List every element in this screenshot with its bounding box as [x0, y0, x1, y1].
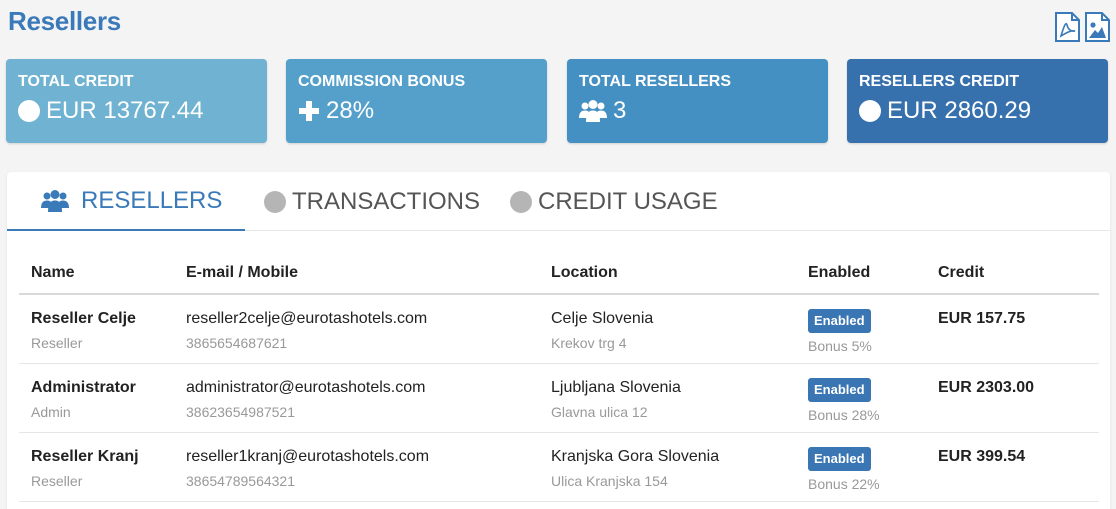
column-header-name[interactable]: Name [19, 252, 186, 295]
column-header-location[interactable]: Location [551, 252, 808, 295]
name-cell: Administrator Admin [19, 363, 186, 433]
image-file-icon[interactable] [1084, 12, 1110, 42]
reseller-role: Reseller [31, 335, 83, 351]
column-header-enabled[interactable]: Enabled [808, 252, 938, 295]
reseller-address: Krekov trg 4 [551, 335, 627, 351]
tab-label: RESELLERS [81, 186, 223, 214]
tab-transactions[interactable]: TRANSACTIONS [264, 172, 480, 231]
card-title: RESELLERS CREDIT [859, 73, 1020, 90]
reseller-bonus: Bonus 28% [808, 406, 880, 423]
reseller-bonus: Bonus 22% [808, 475, 880, 492]
enabled-cell: Enabled Bonus 22% [808, 432, 938, 502]
reseller-email: reseller2celje@eurotashotels.com [186, 310, 428, 327]
reseller-role: Reseller [31, 472, 83, 489]
enabled-cell: Enabled Bonus 5% [808, 294, 938, 364]
total-credit-card: TOTAL CREDIT EUR 13767.44 [6, 59, 267, 143]
credit-cell: EUR 2303.00 [938, 363, 1099, 433]
card-title: TOTAL CREDIT [18, 73, 134, 90]
total-resellers-card: TOTAL RESELLERS 3 [567, 59, 828, 143]
card-value: EUR 2860.29 [859, 97, 1031, 125]
reseller-credit: EUR 2303.00 [938, 378, 1035, 396]
export-toolbar [1054, 12, 1110, 42]
card-value: 3 [579, 97, 626, 125]
circle-icon [264, 190, 286, 213]
status-badge[interactable]: Enabled [808, 446, 871, 471]
plus-icon [299, 101, 319, 121]
reseller-name: Reseller Celje [31, 310, 136, 327]
reseller-mobile: 3865654687621 [186, 335, 288, 351]
reseller-name: Administrator [31, 378, 136, 396]
tab-bar: RESELLERS TRANSACTIONS CREDIT USAGE [7, 172, 1110, 231]
reseller-email: reseller1kranj@eurotashotels.com [186, 447, 430, 465]
column-header-credit[interactable]: Credit [938, 252, 1099, 295]
card-title: COMMISSION BONUS [298, 73, 466, 90]
location-cell: Ljubljana Slovenia Glavna ulica 12 [551, 363, 808, 433]
table-row[interactable]: Administrator Admin administrator@eurota… [19, 363, 1099, 433]
circle-icon [859, 100, 881, 122]
resellers-panel: RESELLERS TRANSACTIONS CREDIT USAGE Name… [7, 172, 1110, 509]
reseller-address: Glavna ulica 12 [551, 403, 648, 420]
reseller-location: Ljubljana Slovenia [551, 378, 681, 396]
card-title: TOTAL RESELLERS [579, 73, 732, 90]
reseller-email: administrator@eurotashotels.com [186, 378, 426, 396]
enabled-cell: Enabled Bonus 28% [808, 363, 938, 433]
card-value: 28% [298, 97, 374, 125]
reseller-mobile: 38654789564321 [186, 472, 296, 489]
name-cell: Reseller Kranj Reseller [19, 432, 186, 502]
contact-cell: reseller1kranj@eurotashotels.com 3865478… [186, 432, 551, 502]
reseller-bonus: Bonus 5% [808, 338, 872, 354]
table-row[interactable]: Reseller Kranj Reseller reseller1kranj@e… [19, 432, 1099, 502]
page-title: Resellers [8, 6, 121, 36]
contact-cell: administrator@eurotashotels.com 38623654… [186, 363, 551, 433]
reseller-name: Reseller Kranj [31, 447, 139, 465]
table-header-row: Name E-mail / Mobile Location Enabled Cr… [19, 252, 1099, 295]
reseller-address: Ulica Kranjska 154 [551, 472, 668, 489]
name-cell: Reseller Celje Reseller [19, 294, 186, 364]
location-cell: Kranjska Gora Slovenia Ulica Kranjska 15… [551, 432, 808, 502]
tab-label: CREDIT USAGE [538, 187, 718, 215]
circle-icon [510, 190, 532, 213]
users-icon [41, 189, 69, 212]
total-resellers-value: 3 [613, 97, 627, 124]
card-value: EUR 13767.44 [18, 97, 203, 125]
reseller-location: Celje Slovenia [551, 310, 654, 327]
status-badge[interactable]: Enabled [808, 309, 871, 333]
reseller-location: Kranjska Gora Slovenia [551, 447, 720, 465]
tab-resellers[interactable]: RESELLERS [7, 172, 245, 231]
credit-cell: EUR 157.75 [938, 294, 1099, 364]
circle-icon [18, 100, 40, 122]
total-credit-value: EUR 13767.44 [46, 97, 204, 124]
commission-bonus-card: COMMISSION BONUS 28% [286, 59, 547, 143]
column-header-email[interactable]: E-mail / Mobile [186, 252, 551, 295]
pdf-file-icon[interactable] [1054, 12, 1080, 42]
commission-bonus-value: 28% [326, 97, 375, 124]
location-cell: Celje Slovenia Krekov trg 4 [551, 294, 808, 364]
contact-cell: reseller2celje@eurotashotels.com 3865654… [186, 294, 551, 364]
resellers-credit-value: EUR 2860.29 [887, 97, 1032, 124]
tab-label: TRANSACTIONS [292, 187, 481, 215]
reseller-mobile: 38623654987521 [186, 403, 296, 420]
reseller-credit: EUR 399.54 [938, 447, 1026, 465]
resellers-credit-card: RESELLERS CREDIT EUR 2860.29 [847, 59, 1108, 143]
credit-cell: EUR 399.54 [938, 432, 1099, 502]
tab-credit-usage[interactable]: CREDIT USAGE [510, 172, 718, 231]
summary-cards: TOTAL CREDIT EUR 13767.44 COMMISSION BON… [6, 59, 1110, 143]
reseller-role: Admin [31, 403, 71, 420]
status-badge[interactable]: Enabled [808, 377, 871, 402]
users-icon [579, 100, 607, 122]
table-row[interactable]: Reseller Celje Reseller reseller2celje@e… [19, 294, 1099, 364]
resellers-table: Name E-mail / Mobile Location Enabled Cr… [19, 252, 1099, 502]
reseller-credit: EUR 157.75 [938, 310, 1026, 327]
